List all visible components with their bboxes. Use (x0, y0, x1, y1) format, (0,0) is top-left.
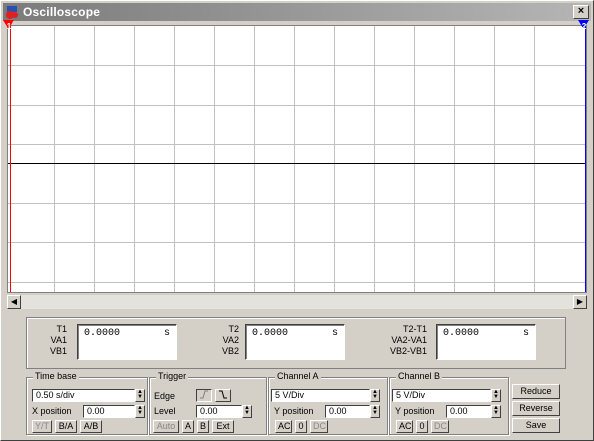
scroll-right-icon[interactable]: ▶ (573, 295, 587, 309)
save-button[interactable]: Save (512, 418, 560, 433)
oscilloscope-window: Oscilloscope × 1 2 ◀ ▶ T1 VA1 VB1 0.0000… (0, 0, 594, 441)
readout-delta: T2-T1 VA2-VA1 VB2-VB1 0.0000 s (382, 324, 562, 364)
timebase-group: Time base 0.50 s/div ▲ ▼ X position 0.00 … (26, 371, 148, 435)
channel-b-ypos-input[interactable]: 0.00 (446, 405, 491, 418)
channel-b-ypos-label: Y position (395, 406, 435, 416)
channel-a-scale-select[interactable]: 5 V/Div (271, 389, 370, 402)
x-position-input[interactable]: 0.00 (83, 405, 135, 418)
cursor-2-label: 2 (581, 22, 587, 31)
channel-a-ypos-spin-icon[interactable]: ▲ ▼ (370, 405, 380, 418)
trigger-auto-button[interactable]: Auto (153, 420, 179, 433)
label-vb1: VB1 (49, 346, 67, 356)
timebase-select[interactable]: 0.50 s/div (32, 389, 135, 402)
level-spin-icon[interactable]: ▲ ▼ (242, 405, 252, 418)
label-va2: VA2 (222, 335, 239, 345)
channel-b-scale-spin-icon[interactable]: ▲ ▼ (491, 389, 501, 402)
t2-unit: s (331, 328, 338, 339)
trigger-a-button[interactable]: A (182, 420, 194, 433)
scope-display (7, 25, 587, 293)
level-label: Level (154, 406, 176, 416)
readout-t1: T1 VA1 VB1 0.0000 s (37, 324, 187, 364)
label-t1: T1 (56, 324, 67, 334)
t1-value: 0.0000 (84, 328, 121, 339)
mode-yt-button[interactable]: Y/T (32, 420, 52, 433)
timebase-spin-icon[interactable]: ▲ ▼ (135, 389, 145, 402)
close-button[interactable]: × (573, 5, 589, 19)
label-vb2: VB2 (221, 346, 239, 356)
readout-box-t1: 0.0000 s (77, 324, 177, 360)
rising-edge-icon[interactable] (196, 389, 212, 402)
trigger-label: Trigger (156, 371, 189, 381)
channel-a-dc-button[interactable]: DC (310, 420, 328, 433)
window-title: Oscilloscope (23, 5, 101, 19)
scroll-left-icon[interactable]: ◀ (7, 295, 21, 309)
channel-b-ypos-spin-icon[interactable]: ▲ ▼ (491, 405, 501, 418)
trigger-ext-button[interactable]: Ext (212, 420, 234, 433)
channel-b-scale-select[interactable]: 5 V/Div (392, 389, 491, 402)
channel-b-ac-button[interactable]: AC (396, 420, 413, 433)
channel-a-ypos-input[interactable]: 0.00 (325, 405, 370, 418)
channel-b-group: Channel B 5 V/Div ▲ ▼ Y position 0.00 ▲ ▼ … (389, 371, 509, 435)
label-t2: T2 (228, 324, 239, 334)
channel-a-label: Channel A (275, 371, 321, 381)
mode-ab-button[interactable]: A/B (80, 420, 102, 433)
label-va1: VA1 (50, 335, 67, 345)
x-position-label: X position (32, 406, 72, 416)
channel-a-ypos-label: Y position (274, 406, 314, 416)
title-bar[interactable]: Oscilloscope × (3, 3, 591, 21)
timebase-label: Time base (33, 371, 79, 381)
label-va2-va1: VA2-VA1 (391, 335, 427, 345)
x-position-spin-icon[interactable]: ▲ ▼ (135, 405, 145, 418)
readout-box-delta: 0.0000 s (436, 324, 536, 360)
delta-value: 0.0000 (443, 328, 480, 339)
channel-a-scale-spin-icon[interactable]: ▲ ▼ (370, 389, 380, 402)
reverse-button[interactable]: Reverse (512, 401, 560, 416)
readout-box-t2: 0.0000 s (245, 324, 345, 360)
trigger-b-button[interactable]: B (197, 420, 209, 433)
level-input[interactable]: 0.00 (196, 405, 242, 418)
edge-label: Edge (154, 391, 176, 401)
reduce-button[interactable]: Reduce (512, 384, 560, 399)
readout-t2: T2 VA2 VB2 0.0000 s (207, 324, 367, 364)
delta-unit: s (522, 328, 529, 339)
label-t2-t1: T2-T1 (402, 324, 427, 334)
falling-edge-icon[interactable] (215, 389, 231, 402)
label-vb2-vb1: VB2-VB1 (389, 346, 427, 356)
horizontal-scrollbar[interactable]: ◀ ▶ (7, 295, 587, 309)
channel-b-label: Channel B (396, 371, 443, 381)
t1-unit: s (163, 328, 170, 339)
cursor-readout-panel: T1 VA1 VB1 0.0000 s T2 VA2 VB2 0.0000 s T2… (26, 317, 566, 369)
cursor-1-label: 1 (6, 22, 12, 31)
trigger-group: Trigger Edge Level 0.00 ▲ ▼ Auto A B Ext (149, 371, 267, 435)
channel-a-group: Channel A 5 V/Div ▲ ▼ Y position 0.00 ▲ ▼ … (268, 371, 388, 435)
channel-b-dc-button[interactable]: DC (431, 420, 449, 433)
mode-ba-button[interactable]: B/A (55, 420, 77, 433)
scope-grid (8, 26, 586, 292)
channel-a-ac-button[interactable]: AC (275, 420, 292, 433)
channel-b-zero-button[interactable]: 0 (416, 420, 428, 433)
channel-a-zero-button[interactable]: 0 (295, 420, 307, 433)
oscilloscope-app-icon (4, 4, 20, 20)
t2-value: 0.0000 (252, 328, 289, 339)
